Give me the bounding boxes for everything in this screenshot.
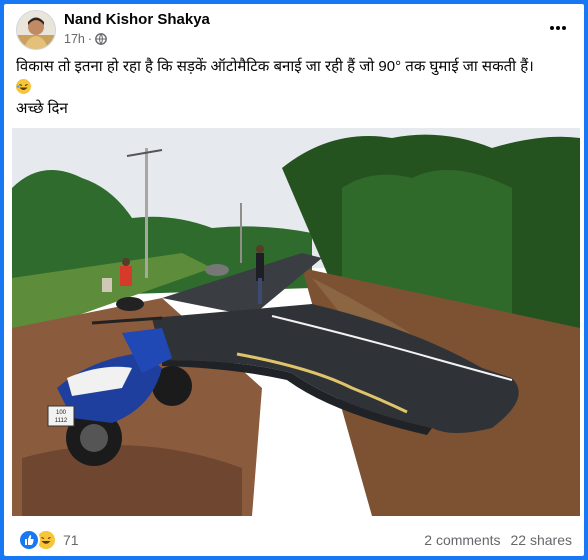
comments-link[interactable]: 2 comments (424, 532, 500, 548)
post-photo[interactable]: 100 1112 (12, 128, 580, 516)
globe-icon (95, 33, 107, 45)
plate-line2: 1112 (55, 418, 68, 424)
meta-separator: · (87, 32, 93, 46)
post-text-line2: अच्छे दिन (16, 100, 68, 117)
post-footer: 71 2 comments 22 shares (4, 516, 584, 556)
author-avatar[interactable] (16, 10, 56, 50)
post-text: विकास तो इतना हो रहा है कि सड़कें ऑटोमैट… (16, 56, 576, 119)
author-name[interactable]: Nand Kishor Shakya (64, 11, 210, 28)
engagement-stats: 2 comments 22 shares (424, 532, 572, 548)
like-reaction-icon (18, 529, 40, 551)
post-card: Nand Kishor Shakya 17h · विकास तो इतना ह… (4, 4, 584, 556)
plate-line1: 100 (56, 410, 67, 416)
post-meta: 17h · (64, 32, 107, 46)
reaction-count: 71 (63, 532, 79, 548)
post-text-line1: विकास तो इतना हो रहा है कि सड़कें ऑटोमैट… (16, 58, 534, 75)
post-header: Nand Kishor Shakya 17h · (4, 4, 584, 52)
more-options-icon[interactable] (546, 16, 570, 40)
laugh-emoji-icon (16, 79, 31, 94)
shares-link[interactable]: 22 shares (511, 532, 572, 548)
post-time[interactable]: 17h (64, 32, 85, 46)
reactions-summary[interactable]: 71 (18, 529, 79, 551)
